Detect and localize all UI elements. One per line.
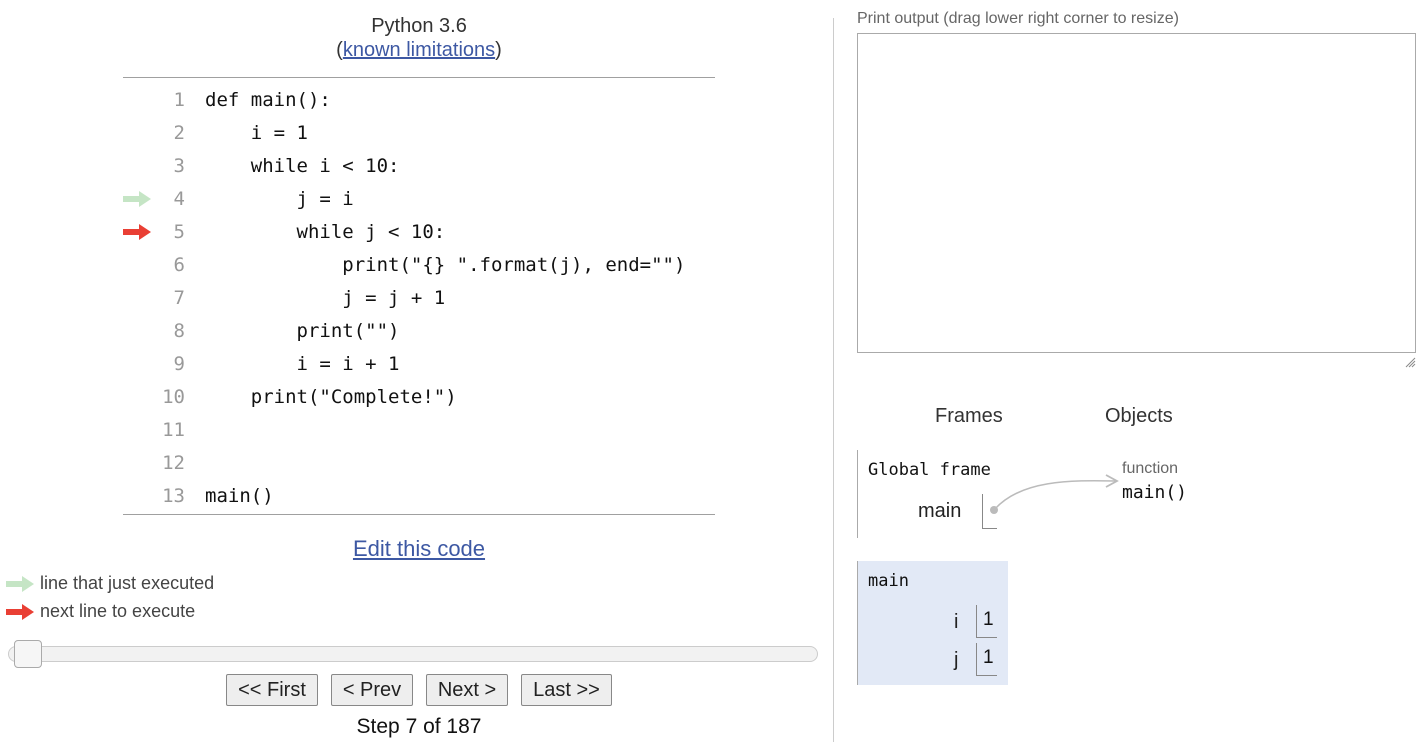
global-frame-title: Global frame [868,460,991,480]
line-number: 11 [162,419,185,441]
line-text: while j < 10: [205,221,446,243]
frames-header: Frames [935,405,1003,427]
resize-handle-icon[interactable] [1404,356,1416,368]
main-frame: main i 1 j 1 [857,561,1008,685]
print-output-box[interactable] [857,33,1416,353]
line-text: j = i [205,188,354,210]
line-number: 8 [173,320,185,342]
line-number: 2 [173,122,185,144]
limitations-line: (known limitations) [123,38,715,62]
code-listing: 1 def main(): 2 i = 1 3 while i < 10: 4 … [123,77,715,515]
line-text: print("Complete!") [205,386,457,408]
line-number: 1 [173,89,185,111]
main-var-j-cell: 1 [976,643,997,676]
code-line: 13 main() [123,479,715,512]
line-number: 3 [173,155,185,177]
line-number: 4 [173,188,185,210]
main-var-j-name: j [954,649,959,671]
pane-divider [833,18,834,742]
line-text: while i < 10: [205,155,400,177]
function-type-label: function [1122,460,1179,477]
code-line: 10 print("Complete!") [123,380,715,413]
known-limitations-link[interactable]: known limitations [343,39,495,61]
global-var-pointer-cell [982,494,997,529]
language-label: Python 3.6 [371,15,467,37]
main-frame-title: main [868,571,909,591]
step-counter: Step 7 of 187 [356,715,482,738]
legend-next-line: next line to execute [6,601,306,623]
code-line: 11 [123,413,715,446]
line-text: def main(): [205,89,331,111]
line-number: 5 [173,221,185,243]
first-button[interactable]: << First [226,674,318,706]
main-var-i-value: 1 [983,609,994,630]
step-slider-track[interactable] [8,646,818,662]
line-number: 12 [162,452,185,474]
legend-just-executed-label: line that just executed [40,573,215,593]
main-var-j-value: 1 [983,647,994,668]
line-text: print("{} ".format(j), end="") [205,254,686,276]
line-number: 6 [173,254,185,276]
code-line: 12 [123,446,715,479]
line-number: 7 [173,287,185,309]
code-line: 2 i = 1 [123,116,715,149]
line-text: i = i + 1 [205,353,400,375]
limits-open-paren: ( [336,39,343,61]
code-line: 3 while i < 10: [123,149,715,182]
next-button[interactable]: Next > [426,674,508,706]
code-line: 4 j = i [123,182,715,215]
code-line: 8 print("") [123,314,715,347]
line-number: 10 [162,386,185,408]
line-number: 13 [162,485,185,507]
last-button[interactable]: Last >> [521,674,612,706]
step-slider-handle[interactable] [14,640,42,668]
code-pane: Python 3.6 (known limitations) 1 def mai… [0,0,834,742]
main-var-i-cell: 1 [976,605,997,638]
objects-header: Objects [1105,405,1173,427]
code-line: 7 j = j + 1 [123,281,715,314]
legend-just-executed: line that just executed [6,573,306,595]
line-text: main() [205,485,274,507]
red-arrow-icon [6,604,34,620]
global-var-name: main [918,500,962,522]
green-arrow-icon [6,576,34,592]
code-line: 9 i = i + 1 [123,347,715,380]
line-text: print("") [205,320,400,342]
edit-code-container: Edit this code [123,536,715,562]
legend-next-line-label: next line to execute [40,601,196,621]
print-output-label: Print output (drag lower right corner to… [857,10,1179,27]
code-line: 6 print("{} ".format(j), end="") [123,248,715,281]
code-line: 5 while j < 10: [123,215,715,248]
prev-button[interactable]: < Prev [331,674,413,706]
code-line: 1 def main(): [123,83,715,116]
global-frame: Global frame main [857,450,1008,538]
limits-close-paren: ) [495,39,502,61]
line-text: j = j + 1 [205,287,446,309]
line-number: 9 [173,353,185,375]
line-text: i = 1 [205,122,308,144]
main-var-i-name: i [954,611,959,633]
edit-code-link[interactable]: Edit this code [353,536,485,561]
function-object-value: main() [1122,482,1188,503]
